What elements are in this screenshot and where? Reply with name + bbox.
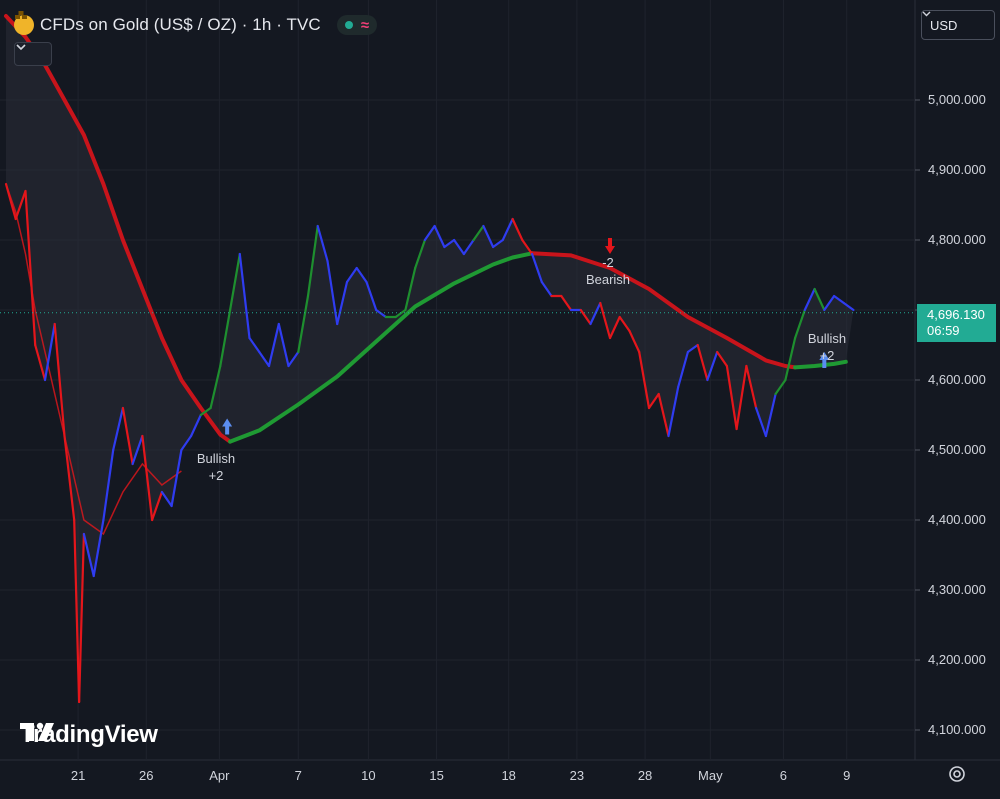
- chevron-down-icon: [922, 11, 931, 17]
- chevron-down-icon: [16, 44, 26, 51]
- price-tick-label: 4,200.000: [928, 652, 986, 667]
- signal-bearish-1: -2 Bearish: [578, 254, 638, 288]
- gold-bars-icon[interactable]: [14, 11, 34, 35]
- time-tick-label: 21: [71, 768, 85, 783]
- time-tick-label: 6: [780, 768, 787, 783]
- chart-area[interactable]: 5,000.0004,900.0004,800.0004,700.0004,60…: [0, 0, 1000, 799]
- time-tick-label: 10: [361, 768, 375, 783]
- tradingview-logo-icon: [20, 722, 54, 741]
- last-price-value: 4,696.130: [927, 307, 985, 322]
- signal-strength: +2: [819, 348, 835, 363]
- price-tick-label: 4,600.000: [928, 372, 986, 387]
- price-scale-background: [915, 0, 1000, 799]
- time-tick-label: 28: [638, 768, 652, 783]
- price-tick-label: 4,900.000: [928, 162, 986, 177]
- time-tick-label: Apr: [209, 768, 230, 783]
- time-tick-label: 26: [139, 768, 153, 783]
- collapse-legend-button[interactable]: [14, 42, 52, 66]
- time-tick-label: 15: [429, 768, 443, 783]
- signal-bullish-1: Bullish +2: [186, 450, 246, 484]
- currency-label: USD: [930, 17, 958, 33]
- status-pill[interactable]: ≈: [336, 15, 378, 35]
- price-tick-label: 5,000.000: [928, 92, 986, 107]
- signal-bullish-2: Bullish +2: [797, 330, 857, 364]
- time-tick-label: May: [698, 768, 723, 783]
- tradingview-logo[interactable]: TradingView: [20, 721, 158, 749]
- last-price-label: 4,696.130 06:59: [917, 304, 996, 342]
- time-tick-label: 9: [843, 768, 850, 783]
- time-tick-label: 18: [501, 768, 515, 783]
- price-tick-label: 4,400.000: [928, 512, 986, 527]
- signal-text: Bullish: [807, 331, 847, 346]
- price-tick-label: 4,800.000: [928, 232, 986, 247]
- wave-icon: ≈: [360, 16, 370, 34]
- time-tick-label: 7: [295, 768, 302, 783]
- price-tick-label: 4,500.000: [928, 442, 986, 457]
- signal-strength: -2: [602, 255, 614, 270]
- settings-gear-icon: [949, 766, 965, 782]
- market-open-dot-icon: [344, 21, 353, 29]
- time-tick-label: 23: [570, 768, 584, 783]
- price-chart[interactable]: 5,000.0004,900.0004,800.0004,700.0004,60…: [0, 0, 1000, 799]
- symbol-title[interactable]: CFDs on Gold (US$ / OZ) · 1h · TVC: [40, 15, 321, 35]
- signal-text: Bullish: [196, 451, 236, 466]
- settings-button[interactable]: [947, 764, 971, 788]
- price-tick-label: 4,300.000: [928, 582, 986, 597]
- price-tick-label: 4,100.000: [928, 722, 986, 737]
- bar-countdown: 06:59: [927, 323, 960, 338]
- signal-text: Bearish: [585, 272, 631, 287]
- signal-strength: +2: [208, 468, 224, 483]
- currency-select[interactable]: USD: [921, 10, 995, 40]
- symbol-header: CFDs on Gold (US$ / OZ) · 1h · TVC ≈: [14, 10, 378, 40]
